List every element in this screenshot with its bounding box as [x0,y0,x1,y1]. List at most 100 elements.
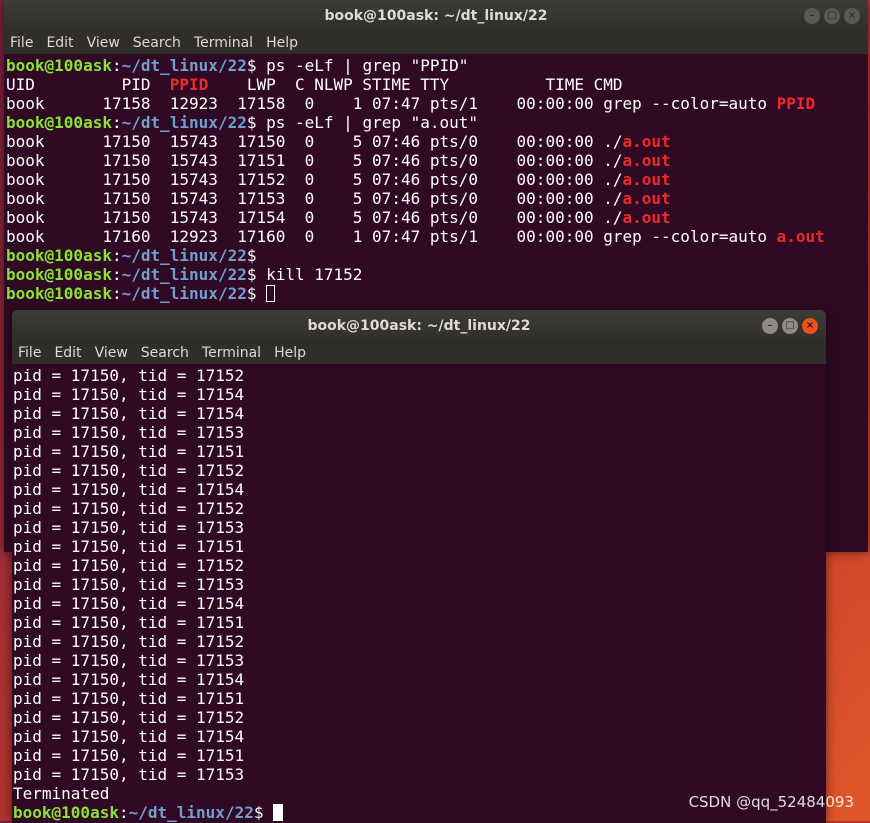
terminal-text: UID PID [6,75,170,94]
window-controls: – □ × [762,318,818,334]
terminal-line: pid = 17150, tid = 17151 [13,613,826,632]
menu-item-terminal[interactable]: Terminal [202,345,261,361]
prompt-user: book@100ask [13,803,119,822]
terminal-line: pid = 17150, tid = 17151 [13,442,826,461]
terminal-line: pid = 17150, tid = 17151 [13,537,826,556]
close-icon[interactable]: × [802,318,818,334]
terminal-line: pid = 17150, tid = 17152 [13,632,826,651]
terminal-text: $ ps -eLf | grep "a.out" [246,113,479,132]
match-highlight: a.out [622,189,671,208]
terminal-text: $ kill 17152 [246,265,363,284]
menu-item-edit[interactable]: Edit [54,345,81,361]
terminal-text: pid = 17150, tid = 17154 [13,385,245,404]
close-icon[interactable]: × [844,8,860,24]
prompt-path: ~/dt_linux/22 [121,56,247,75]
terminal-text: $ [253,803,274,822]
terminal-window-front[interactable]: book@100ask: ~/dt_linux/22 – □ × File Edi… [12,310,826,823]
menu-item-edit[interactable]: Edit [46,35,73,51]
terminal-line: book 17150 15743 17151 0 5 07:46 pts/0 0… [6,151,868,170]
terminal-line: pid = 17150, tid = 17152 [13,499,826,518]
terminal-line: pid = 17150, tid = 17151 [13,689,826,708]
menu-item-view[interactable]: View [87,35,120,51]
terminal-line: pid = 17150, tid = 17153 [13,575,826,594]
maximize-icon[interactable]: □ [782,318,798,334]
terminal-line: book 17150 15743 17153 0 5 07:46 pts/0 0… [6,189,868,208]
terminal-line: pid = 17150, tid = 17154 [13,594,826,613]
terminal-text: pid = 17150, tid = 17153 [13,651,245,670]
terminal-line: pid = 17150, tid = 17153 [13,518,826,537]
terminal-line: UID PID PPID LWP C NLWP STIME TTY TIME C… [6,75,868,94]
terminal-text: pid = 17150, tid = 17153 [13,423,245,442]
terminal-line: book 17150 15743 17152 0 5 07:46 pts/0 0… [6,170,868,189]
match-highlight: a.out [776,227,825,246]
menu-item-view[interactable]: View [95,345,128,361]
match-highlight: a.out [622,132,671,151]
match-highlight: a.out [622,151,671,170]
terminal-text: pid = 17150, tid = 17151 [13,613,245,632]
terminal-text: pid = 17150, tid = 17153 [13,575,245,594]
terminal-text: pid = 17150, tid = 17152 [13,632,245,651]
title-bar[interactable]: book@100ask: ~/dt_linux/22 – □ × [4,0,868,32]
terminal-text: book 17150 15743 17152 0 5 07:46 pts/0 0… [6,170,623,189]
terminal-line: book@100ask:~/dt_linux/22$ [6,284,868,303]
terminal-text: Terminated [13,784,110,803]
menu-item-help[interactable]: Help [266,35,298,51]
match-highlight: PPID [776,94,816,113]
terminal-line: pid = 17150, tid = 17154 [13,404,826,423]
terminal-text: $ ps -eLf | grep "PPID" [246,56,469,75]
prompt-user: book@100ask [6,56,112,75]
terminal-line: book 17160 12923 17160 0 1 07:47 pts/1 0… [6,227,868,246]
menu-bar: File Edit View Search Terminal Help [12,342,826,364]
terminal-line: book@100ask:~/dt_linux/22$ kill 17152 [6,265,868,284]
prompt-user: book@100ask [6,113,112,132]
terminal-text: pid = 17150, tid = 17153 [13,518,245,537]
prompt-path: ~/dt_linux/22 [128,803,254,822]
menu-item-file[interactable]: File [10,35,33,51]
terminal-text: pid = 17150, tid = 17151 [13,537,245,556]
terminal-line: book 17150 15743 17150 0 5 07:46 pts/0 0… [6,132,868,151]
minimize-icon[interactable]: – [804,8,820,24]
terminal-line: pid = 17150, tid = 17153 [13,651,826,670]
menu-item-search[interactable]: Search [141,345,189,361]
terminal-text: pid = 17150, tid = 17151 [13,746,245,765]
terminal-text: $ [246,246,257,265]
terminal-line: pid = 17150, tid = 17151 [13,746,826,765]
menu-item-search[interactable]: Search [133,35,181,51]
terminal-line: pid = 17150, tid = 17152 [13,461,826,480]
prompt-path: ~/dt_linux/22 [121,246,247,265]
menu-item-file[interactable]: File [18,345,41,361]
terminal-text: pid = 17150, tid = 17154 [13,670,245,689]
match-highlight: a.out [622,170,671,189]
terminal-output[interactable]: pid = 17150, tid = 17152 pid = 17150, tid… [12,364,826,823]
terminal-line: book@100ask:~/dt_linux/22$ [6,246,868,265]
terminal-text: pid = 17150, tid = 17154 [13,404,245,423]
menu-item-terminal[interactable]: Terminal [194,35,253,51]
terminal-line: book 17158 12923 17158 0 1 07:47 pts/1 0… [6,94,868,113]
terminal-text: book 17150 15743 17153 0 5 07:46 pts/0 0… [6,189,623,208]
prompt-user: book@100ask [6,265,112,284]
terminal-line: book@100ask:~/dt_linux/22$ ps -eLf | gre… [6,56,868,75]
terminal-line: pid = 17150, tid = 17154 [13,670,826,689]
terminal-text: $ [246,284,267,303]
terminal-text: : [111,284,122,303]
terminal-line: pid = 17150, tid = 17153 [13,423,826,442]
window-controls: – □ × [804,8,860,24]
maximize-icon[interactable]: □ [824,8,840,24]
text-cursor [266,285,276,302]
terminal-text: : [111,246,122,265]
terminal-text: pid = 17150, tid = 17152 [13,366,245,385]
minimize-icon[interactable]: – [762,318,778,334]
terminal-text: : [111,265,122,284]
title-bar[interactable]: book@100ask: ~/dt_linux/22 – □ × [12,310,826,342]
prompt-user: book@100ask [6,284,112,303]
menu-item-help[interactable]: Help [274,345,306,361]
terminal-line: book@100ask:~/dt_linux/22$ ps -eLf | gre… [6,113,868,132]
terminal-line: pid = 17150, tid = 17152 [13,556,826,575]
watermark: CSDN @qq_52484093 [688,793,854,811]
terminal-line: pid = 17150, tid = 17154 [13,385,826,404]
terminal-line: pid = 17150, tid = 17154 [13,480,826,499]
terminal-line: book 17150 15743 17154 0 5 07:46 pts/0 0… [6,208,868,227]
terminal-text: book 17150 15743 17151 0 5 07:46 pts/0 0… [6,151,623,170]
terminal-text: book 17150 15743 17154 0 5 07:46 pts/0 0… [6,208,623,227]
terminal-text: pid = 17150, tid = 17154 [13,480,245,499]
